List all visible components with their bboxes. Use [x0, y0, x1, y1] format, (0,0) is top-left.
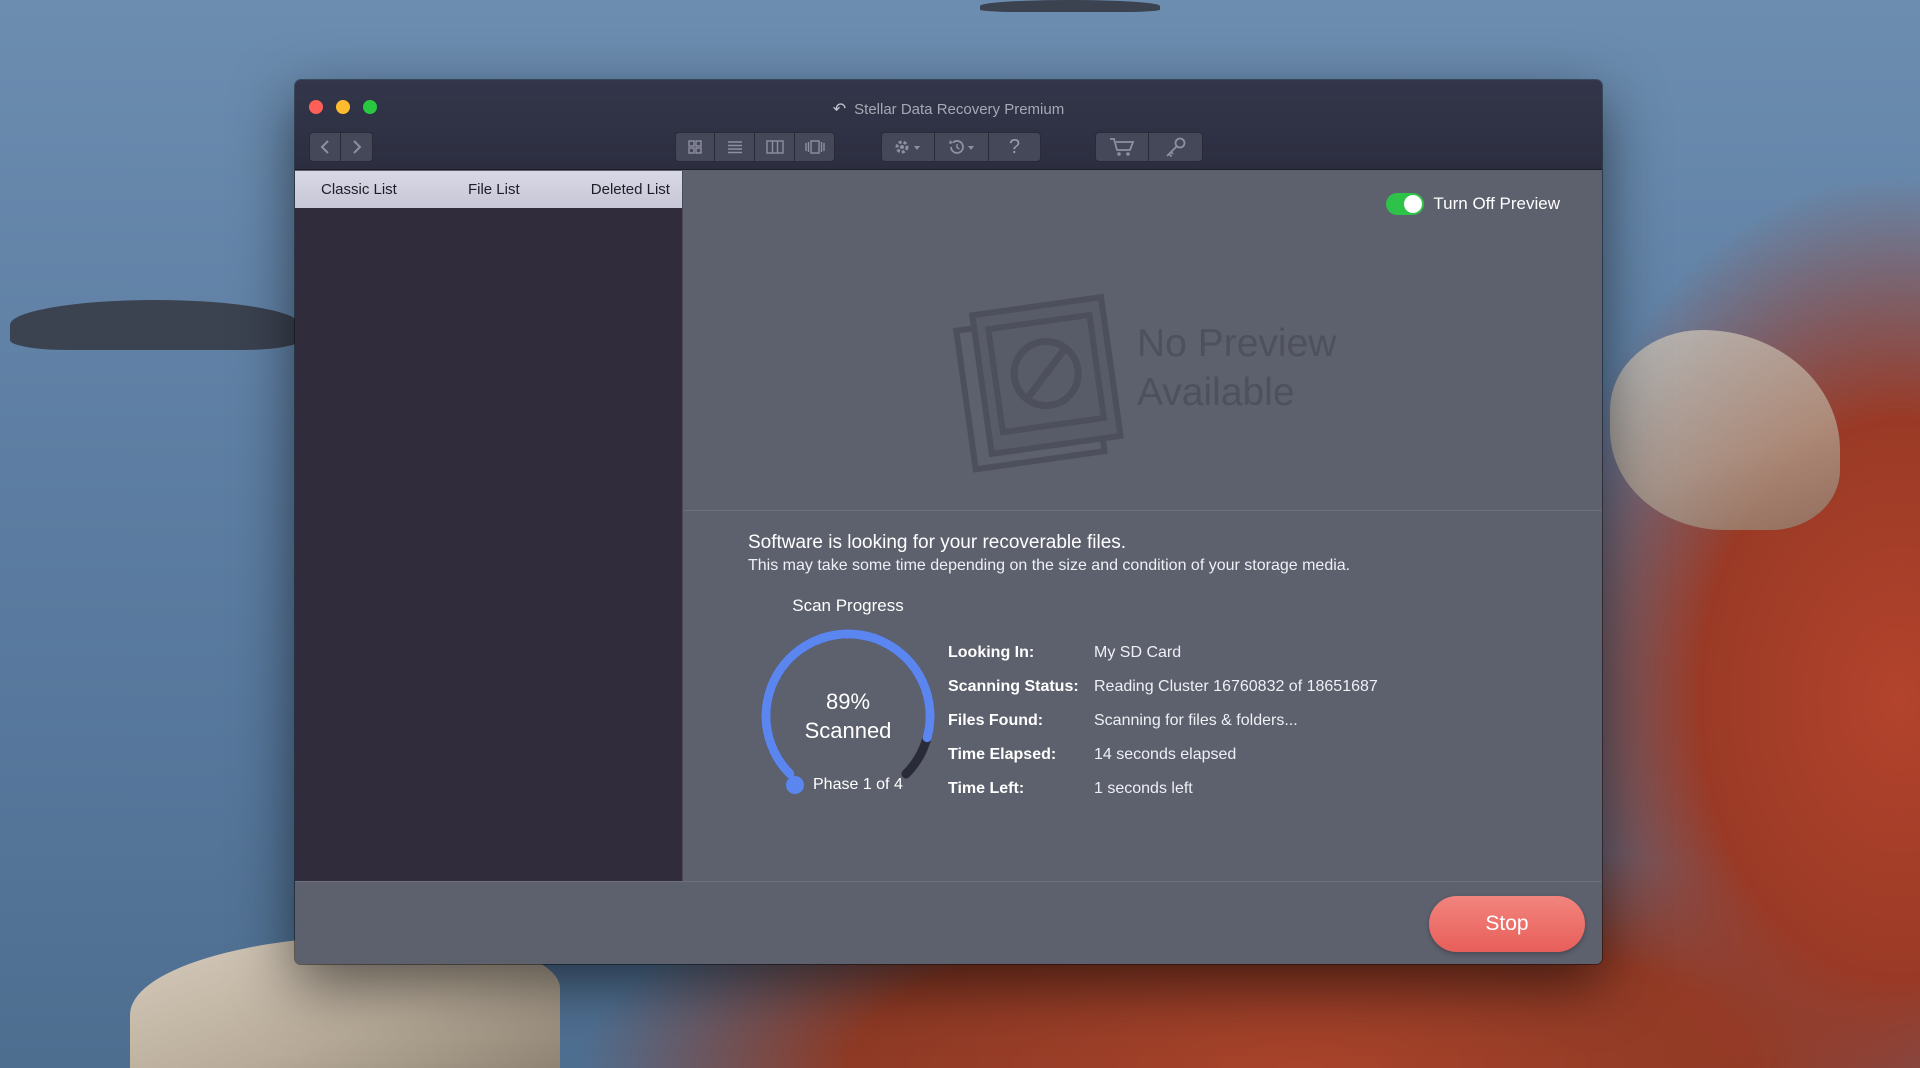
grid-icon [688, 140, 702, 154]
preview-toggle-label: Turn Off Preview [1433, 194, 1560, 213]
chevron-right-icon [352, 140, 361, 154]
help-icon: ? [1008, 136, 1021, 158]
app-window: ↶ Stellar Data Recovery Premium ? Classi… [295, 80, 1602, 964]
tab-deleted-list[interactable]: Deleted List [591, 181, 670, 198]
scan-subheading: This may take some time depending on the… [748, 557, 1351, 574]
column-view-button[interactable] [755, 132, 795, 162]
info-row-time-left: Time Left: 1 seconds left [948, 772, 1378, 806]
phase-label: Phase 1 of 4 [813, 776, 903, 793]
no-preview-message: No Preview Available [1137, 319, 1336, 417]
cart-icon [1110, 138, 1135, 156]
sea-rock [10, 300, 300, 350]
help-button[interactable]: ? [989, 132, 1041, 162]
tab-file-list[interactable]: File List [468, 181, 520, 198]
no-preview-line1: No Preview [1137, 322, 1337, 365]
history-icon [948, 140, 974, 154]
sea-rock [980, 0, 1160, 12]
scan-progress-section: Software is looking for your recoverable… [684, 512, 1602, 882]
footer-bar: Stop [295, 881, 1602, 964]
info-key: Scanning Status: [948, 678, 1079, 695]
stop-scan-button[interactable]: Stop [1429, 896, 1585, 952]
coverflow-icon [804, 140, 825, 154]
tab-classic-list[interactable]: Classic List [321, 181, 397, 198]
preview-toggle[interactable] [1386, 193, 1425, 215]
scan-heading: Software is looking for your recoverable… [748, 532, 1127, 553]
preview-pane: Turn Off Preview No Preview Available [684, 171, 1602, 511]
window-title: Stellar Data Recovery Premium [854, 101, 1065, 118]
list-icon [727, 141, 742, 154]
preview-toggle-group: Turn Off Preview [1386, 193, 1560, 215]
activate-button[interactable] [1149, 132, 1203, 162]
scan-percent: 89% [825, 689, 871, 714]
scan-phase: Phase 1 of 4 [786, 776, 903, 794]
scan-scanned-label: Scanned [804, 718, 892, 743]
gear-icon [895, 140, 920, 154]
info-value: 14 seconds elapsed [1094, 746, 1237, 763]
window-title-bar: ↶ Stellar Data Recovery Premium [295, 99, 1602, 119]
info-row-time-elapsed: Time Elapsed: 14 seconds elapsed [948, 738, 1378, 772]
info-key: Time Left: [948, 780, 1025, 797]
nav-group [309, 132, 373, 162]
forward-button[interactable] [341, 132, 373, 162]
info-row-looking-in: Looking In: My SD Card [948, 636, 1378, 670]
list-view-button[interactable] [715, 132, 755, 162]
view-mode-group [675, 132, 835, 162]
phase-dot [786, 776, 804, 794]
purchase-group [1095, 132, 1203, 162]
list-tab-bar: Classic List File List Deleted List [295, 171, 682, 208]
file-list-panel: Classic List File List Deleted List [295, 171, 683, 881]
info-row-files-found: Files Found: Scanning for files & folder… [948, 704, 1378, 738]
info-value: Scanning for files & folders... [1094, 712, 1298, 729]
buy-button[interactable] [1095, 132, 1149, 162]
no-preview-icon [952, 293, 1124, 473]
scan-info-table: Looking In: My SD Card Scanning Status: … [948, 636, 1378, 806]
back-button[interactable] [309, 132, 341, 162]
titlebar: ↶ Stellar Data Recovery Premium ? [295, 80, 1602, 170]
info-row-scanning-status: Scanning Status: Reading Cluster 1676083… [948, 670, 1378, 704]
grid-view-button[interactable] [675, 132, 715, 162]
back-arrow-icon: ↶ [832, 101, 847, 118]
columns-icon [765, 140, 784, 154]
coverflow-view-button[interactable] [795, 132, 835, 162]
scan-progress-label: Scan Progress [792, 596, 904, 615]
chevron-left-icon [320, 140, 329, 154]
info-value: Reading Cluster 16760832 of 18651687 [1094, 678, 1378, 695]
info-key: Files Found: [948, 712, 1044, 729]
tools-group: ? [881, 132, 1041, 162]
cliff-rocks [1610, 330, 1840, 530]
info-key: Time Elapsed: [948, 746, 1057, 763]
gauge-readout: 89% Scanned [748, 687, 948, 745]
settings-button[interactable] [881, 132, 935, 162]
key-icon [1165, 137, 1185, 158]
history-button[interactable] [935, 132, 989, 162]
info-key: Looking In: [948, 644, 1035, 661]
info-value: 1 seconds left [1094, 780, 1193, 797]
info-value: My SD Card [1094, 644, 1182, 661]
no-preview-line2: Available [1137, 371, 1295, 414]
